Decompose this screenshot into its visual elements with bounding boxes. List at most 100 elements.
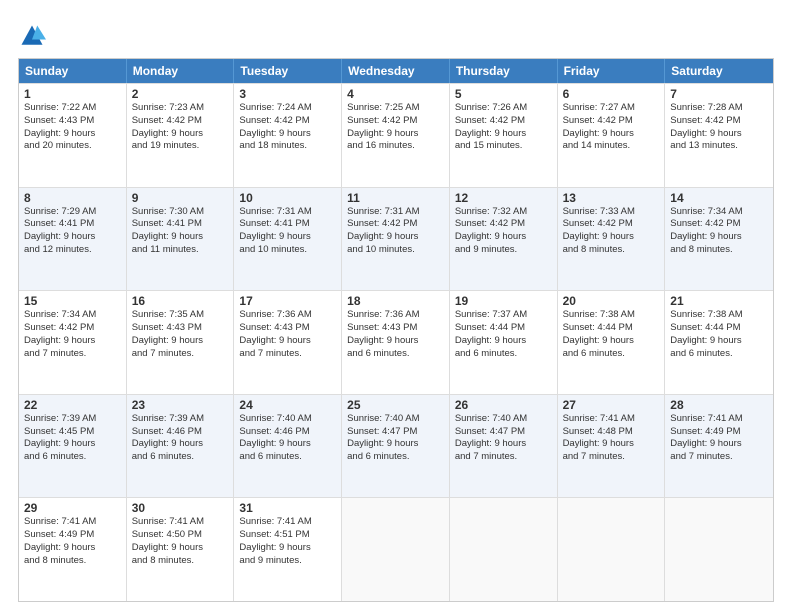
- day-number: 4: [347, 87, 444, 101]
- cell-line: and 15 minutes.: [455, 140, 552, 153]
- cell-line: Daylight: 9 hours: [24, 542, 121, 555]
- calendar-cell: [342, 498, 450, 601]
- cell-line: Daylight: 9 hours: [670, 231, 768, 244]
- calendar-header-day: Sunday: [19, 59, 127, 83]
- cell-line: Sunrise: 7:31 AM: [347, 206, 444, 219]
- cell-line: and 6 minutes.: [563, 348, 660, 361]
- calendar-header-day: Wednesday: [342, 59, 450, 83]
- cell-line: Daylight: 9 hours: [455, 128, 552, 141]
- day-number: 19: [455, 294, 552, 308]
- cell-line: Daylight: 9 hours: [24, 335, 121, 348]
- calendar-row: 22Sunrise: 7:39 AMSunset: 4:45 PMDayligh…: [19, 394, 773, 498]
- cell-line: Daylight: 9 hours: [24, 438, 121, 451]
- calendar-cell: 11Sunrise: 7:31 AMSunset: 4:42 PMDayligh…: [342, 188, 450, 291]
- cell-line: Sunrise: 7:40 AM: [239, 413, 336, 426]
- cell-line: Sunrise: 7:37 AM: [455, 309, 552, 322]
- cell-line: Sunrise: 7:27 AM: [563, 102, 660, 115]
- cell-line: and 10 minutes.: [347, 244, 444, 257]
- cell-line: and 13 minutes.: [670, 140, 768, 153]
- cell-line: Sunrise: 7:26 AM: [455, 102, 552, 115]
- cell-line: and 8 minutes.: [132, 555, 229, 568]
- cell-line: Sunset: 4:51 PM: [239, 529, 336, 542]
- cell-line: Sunrise: 7:38 AM: [670, 309, 768, 322]
- cell-line: and 6 minutes.: [239, 451, 336, 464]
- cell-line: and 6 minutes.: [347, 451, 444, 464]
- cell-line: Sunset: 4:44 PM: [563, 322, 660, 335]
- calendar-cell: 31Sunrise: 7:41 AMSunset: 4:51 PMDayligh…: [234, 498, 342, 601]
- day-number: 11: [347, 191, 444, 205]
- cell-line: and 9 minutes.: [455, 244, 552, 257]
- calendar-row: 8Sunrise: 7:29 AMSunset: 4:41 PMDaylight…: [19, 187, 773, 291]
- logo-icon: [18, 22, 46, 50]
- cell-line: and 14 minutes.: [563, 140, 660, 153]
- cell-line: Sunset: 4:42 PM: [563, 115, 660, 128]
- cell-line: Sunrise: 7:25 AM: [347, 102, 444, 115]
- cell-line: Sunset: 4:42 PM: [132, 115, 229, 128]
- day-number: 21: [670, 294, 768, 308]
- cell-line: Sunset: 4:42 PM: [455, 218, 552, 231]
- day-number: 5: [455, 87, 552, 101]
- calendar-row: 29Sunrise: 7:41 AMSunset: 4:49 PMDayligh…: [19, 497, 773, 601]
- cell-line: Daylight: 9 hours: [132, 231, 229, 244]
- cell-line: Daylight: 9 hours: [563, 335, 660, 348]
- day-number: 6: [563, 87, 660, 101]
- cell-line: Sunrise: 7:41 AM: [239, 516, 336, 529]
- cell-line: Sunset: 4:42 PM: [239, 115, 336, 128]
- calendar-row: 1Sunrise: 7:22 AMSunset: 4:43 PMDaylight…: [19, 83, 773, 187]
- day-number: 3: [239, 87, 336, 101]
- cell-line: Sunset: 4:42 PM: [347, 218, 444, 231]
- cell-line: Daylight: 9 hours: [563, 128, 660, 141]
- calendar-cell: 24Sunrise: 7:40 AMSunset: 4:46 PMDayligh…: [234, 395, 342, 498]
- cell-line: Sunset: 4:47 PM: [455, 426, 552, 439]
- calendar-cell: 10Sunrise: 7:31 AMSunset: 4:41 PMDayligh…: [234, 188, 342, 291]
- cell-line: Sunset: 4:45 PM: [24, 426, 121, 439]
- cell-line: Sunset: 4:44 PM: [455, 322, 552, 335]
- calendar-cell: 26Sunrise: 7:40 AMSunset: 4:47 PMDayligh…: [450, 395, 558, 498]
- cell-line: Sunrise: 7:29 AM: [24, 206, 121, 219]
- day-number: 23: [132, 398, 229, 412]
- cell-line: and 8 minutes.: [670, 244, 768, 257]
- cell-line: and 7 minutes.: [455, 451, 552, 464]
- cell-line: Daylight: 9 hours: [239, 438, 336, 451]
- cell-line: Sunrise: 7:41 AM: [563, 413, 660, 426]
- calendar-cell: 27Sunrise: 7:41 AMSunset: 4:48 PMDayligh…: [558, 395, 666, 498]
- day-number: 2: [132, 87, 229, 101]
- cell-line: and 7 minutes.: [563, 451, 660, 464]
- cell-line: Sunset: 4:44 PM: [670, 322, 768, 335]
- cell-line: Sunrise: 7:39 AM: [132, 413, 229, 426]
- cell-line: and 18 minutes.: [239, 140, 336, 153]
- day-number: 29: [24, 501, 121, 515]
- day-number: 9: [132, 191, 229, 205]
- cell-line: Daylight: 9 hours: [132, 438, 229, 451]
- cell-line: Sunset: 4:43 PM: [132, 322, 229, 335]
- cell-line: and 7 minutes.: [24, 348, 121, 361]
- calendar-cell: [558, 498, 666, 601]
- cell-line: and 6 minutes.: [347, 348, 444, 361]
- day-number: 15: [24, 294, 121, 308]
- calendar-cell: 4Sunrise: 7:25 AMSunset: 4:42 PMDaylight…: [342, 84, 450, 187]
- cell-line: Sunset: 4:46 PM: [132, 426, 229, 439]
- cell-line: Daylight: 9 hours: [347, 231, 444, 244]
- calendar-cell: 3Sunrise: 7:24 AMSunset: 4:42 PMDaylight…: [234, 84, 342, 187]
- calendar-cell: 6Sunrise: 7:27 AMSunset: 4:42 PMDaylight…: [558, 84, 666, 187]
- calendar-header: SundayMondayTuesdayWednesdayThursdayFrid…: [19, 59, 773, 83]
- cell-line: and 6 minutes.: [455, 348, 552, 361]
- cell-line: Sunset: 4:42 PM: [670, 218, 768, 231]
- day-number: 10: [239, 191, 336, 205]
- cell-line: Sunset: 4:42 PM: [455, 115, 552, 128]
- calendar: SundayMondayTuesdayWednesdayThursdayFrid…: [18, 58, 774, 602]
- calendar-body: 1Sunrise: 7:22 AMSunset: 4:43 PMDaylight…: [19, 83, 773, 601]
- day-number: 7: [670, 87, 768, 101]
- calendar-cell: 8Sunrise: 7:29 AMSunset: 4:41 PMDaylight…: [19, 188, 127, 291]
- day-number: 8: [24, 191, 121, 205]
- cell-line: Daylight: 9 hours: [24, 128, 121, 141]
- day-number: 12: [455, 191, 552, 205]
- cell-line: Sunset: 4:41 PM: [132, 218, 229, 231]
- day-number: 17: [239, 294, 336, 308]
- cell-line: Sunrise: 7:41 AM: [24, 516, 121, 529]
- cell-line: Sunrise: 7:22 AM: [24, 102, 121, 115]
- cell-line: and 20 minutes.: [24, 140, 121, 153]
- calendar-cell: 20Sunrise: 7:38 AMSunset: 4:44 PMDayligh…: [558, 291, 666, 394]
- cell-line: Sunrise: 7:41 AM: [670, 413, 768, 426]
- cell-line: Daylight: 9 hours: [239, 231, 336, 244]
